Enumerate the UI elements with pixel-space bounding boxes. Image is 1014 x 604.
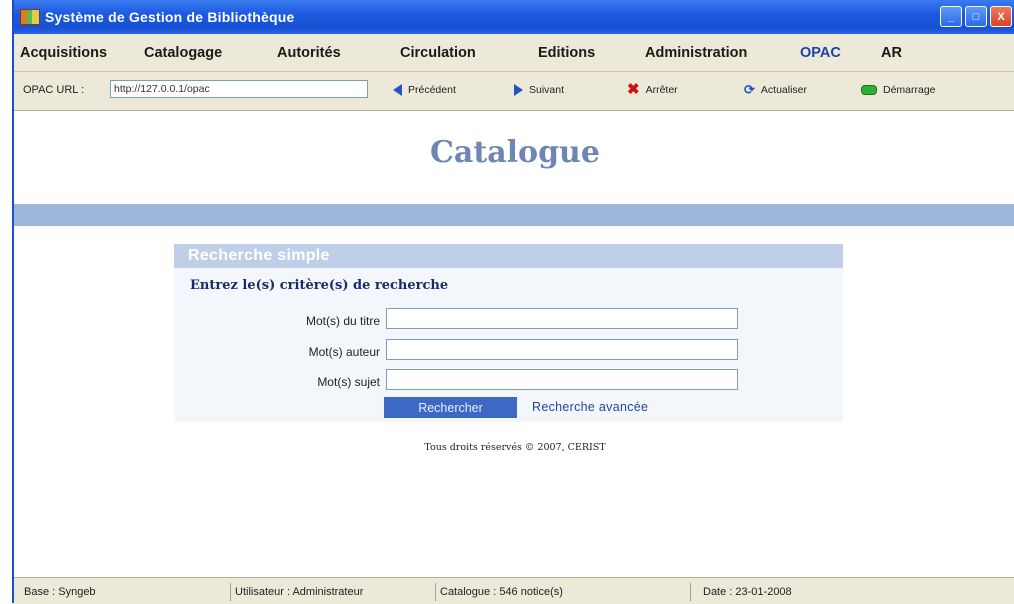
minimize-button[interactable]: _ bbox=[940, 6, 962, 27]
url-input[interactable] bbox=[110, 80, 368, 98]
opac-toolbar: OPAC URL : Précédent Suivant ✖ Arrêter ⟳… bbox=[14, 72, 1014, 111]
status-base: Base : Syngeb bbox=[24, 586, 96, 598]
menu-circulation[interactable]: Circulation bbox=[400, 45, 476, 61]
status-bar: Base : Syngeb Utilisateur : Administrate… bbox=[14, 577, 1014, 604]
menu-catalogage[interactable]: Catalogage bbox=[144, 45, 222, 61]
page-title: Catalogue bbox=[430, 135, 600, 170]
refresh-label: Actualiser bbox=[760, 84, 808, 96]
subject-field-label: Mot(s) sujet bbox=[317, 375, 380, 389]
menu-ar[interactable]: AR bbox=[881, 45, 902, 61]
title-bar[interactable]: Système de Gestion de Bibliothèque _ □ X bbox=[14, 0, 1014, 34]
stop-button[interactable]: ✖ Arrêter bbox=[627, 81, 678, 98]
menu-autorites[interactable]: Autorités bbox=[277, 45, 341, 61]
stop-icon: ✖ bbox=[627, 81, 640, 98]
maximize-button[interactable]: □ bbox=[965, 6, 987, 27]
opac-content: Catalogue Recherche simple Entrez le(s) … bbox=[14, 111, 1014, 576]
header-band bbox=[14, 204, 1014, 226]
refresh-icon: ⟳ bbox=[744, 82, 755, 97]
subject-field[interactable] bbox=[386, 369, 738, 390]
menu-bar: Acquisitions Catalogage Autorités Circul… bbox=[14, 34, 1014, 72]
start-button[interactable]: Démarrage bbox=[861, 84, 936, 96]
menu-acquisitions[interactable]: Acquisitions bbox=[20, 45, 107, 61]
advanced-search-link[interactable]: Recherche avancée bbox=[532, 400, 648, 414]
arrow-right-icon bbox=[514, 84, 523, 96]
app-icon bbox=[20, 9, 40, 25]
previous-label: Précédent bbox=[408, 84, 456, 96]
close-button[interactable]: X bbox=[990, 6, 1012, 27]
copyright-notice: Tous droits réservés © 2007, CERIST bbox=[424, 442, 606, 453]
menu-editions[interactable]: Editions bbox=[538, 45, 595, 61]
next-button[interactable]: Suivant bbox=[514, 84, 564, 96]
title-field-label: Mot(s) du titre bbox=[305, 314, 380, 328]
refresh-button[interactable]: ⟳ Actualiser bbox=[744, 82, 808, 97]
home-icon bbox=[861, 85, 877, 95]
menu-administration[interactable]: Administration bbox=[645, 45, 747, 61]
search-panel-title: Recherche simple bbox=[188, 247, 330, 264]
author-field[interactable] bbox=[386, 339, 738, 360]
search-button[interactable]: Rechercher bbox=[384, 397, 517, 418]
start-label: Démarrage bbox=[883, 84, 936, 96]
title-field[interactable] bbox=[386, 308, 738, 329]
stop-label: Arrêter bbox=[645, 84, 678, 96]
previous-button[interactable]: Précédent bbox=[393, 84, 456, 96]
menu-opac[interactable]: OPAC bbox=[800, 45, 841, 61]
url-label: OPAC URL : bbox=[23, 84, 85, 96]
search-panel-header: Recherche simple bbox=[174, 244, 843, 268]
status-user: Utilisateur : Administrateur bbox=[230, 583, 435, 601]
search-instructions: Entrez le(s) critère(s) de recherche bbox=[190, 278, 449, 293]
author-field-label: Mot(s) auteur bbox=[308, 345, 380, 359]
window-controls: _ □ X bbox=[940, 6, 1012, 27]
arrow-left-icon bbox=[393, 84, 402, 96]
window-title: Système de Gestion de Bibliothèque bbox=[45, 9, 295, 25]
next-label: Suivant bbox=[529, 84, 565, 96]
simple-search-panel: Recherche simple Entrez le(s) critère(s)… bbox=[174, 244, 843, 422]
status-catalogue: Catalogue : 546 notice(s) bbox=[435, 583, 690, 601]
status-date: Date : 23-01-2008 bbox=[690, 583, 995, 601]
app-window: Système de Gestion de Bibliothèque _ □ X… bbox=[12, 0, 1014, 604]
